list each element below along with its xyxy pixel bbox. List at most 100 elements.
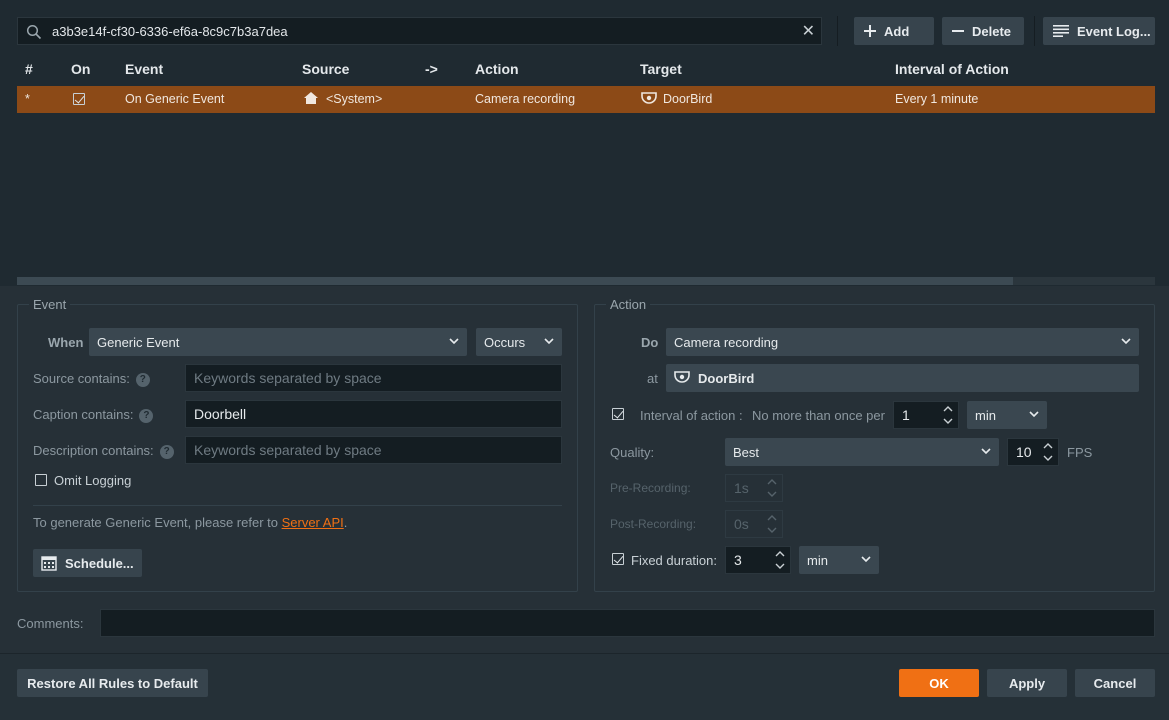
at-label: at xyxy=(647,371,658,386)
quality-value: Best xyxy=(733,444,760,460)
omit-logging-checkbox[interactable] xyxy=(35,474,47,486)
column-header-interval[interactable]: Interval of Action xyxy=(895,61,1009,77)
quality-dropdown[interactable]: Best xyxy=(725,438,999,466)
when-label: When xyxy=(48,335,84,350)
search-input[interactable]: a3b3e14f-cf30-6336-ef6a-8c9c7b3a7dea ✕ xyxy=(17,17,822,45)
pre-recording-spinbox: 1s xyxy=(725,474,783,502)
delete-rule-button[interactable]: Delete xyxy=(942,17,1024,45)
post-recording-spinbox: 0s xyxy=(725,510,783,538)
chevron-down-icon xyxy=(1029,409,1039,419)
arrow-down-icon[interactable] xyxy=(943,416,953,426)
arrow-down-icon xyxy=(767,489,777,499)
column-header-target[interactable]: Target xyxy=(640,61,682,77)
row-source: <System> xyxy=(326,92,383,106)
row-action: Camera recording xyxy=(475,92,576,106)
column-header-event[interactable]: Event xyxy=(125,61,163,77)
chevron-down-icon xyxy=(544,336,554,346)
restore-defaults-button[interactable]: Restore All Rules to Default xyxy=(17,669,208,697)
event-state-value: Occurs xyxy=(484,334,526,350)
house-icon xyxy=(303,91,319,105)
action-type-dropdown[interactable]: Camera recording xyxy=(666,328,1139,356)
omit-logging-label: Omit Logging xyxy=(54,473,132,488)
source-contains-label: Source contains:? xyxy=(33,371,150,387)
pre-recording-label: Pre-Recording: xyxy=(610,481,691,495)
generic-event-info: To generate Generic Event, please refer … xyxy=(33,515,347,530)
search-value[interactable]: a3b3e14f-cf30-6336-ef6a-8c9c7b3a7dea xyxy=(52,24,288,39)
row-target: DoorBird xyxy=(663,92,713,106)
info-text: To generate Generic Event, please refer … xyxy=(33,515,282,530)
fixed-duration-checkbox[interactable] xyxy=(612,553,624,565)
interval-of-action-checkbox[interactable] xyxy=(612,408,624,420)
event-log-label: Event Log... xyxy=(1077,23,1151,39)
target-camera-value: DoorBird xyxy=(698,370,755,386)
comments-input[interactable] xyxy=(100,609,1155,637)
clear-search-icon[interactable]: ✕ xyxy=(802,21,815,41)
interval-of-action-label: Interval of action : xyxy=(640,408,743,423)
rule-enabled-checkbox[interactable] xyxy=(73,93,85,105)
add-rule-button[interactable]: Add xyxy=(854,17,934,45)
arrow-down-icon[interactable] xyxy=(775,561,785,571)
camera-icon xyxy=(641,92,657,106)
ok-button[interactable]: OK xyxy=(899,669,979,697)
help-icon[interactable]: ? xyxy=(135,373,150,387)
toolbar-separator xyxy=(1034,16,1035,46)
minus-icon xyxy=(952,25,964,37)
event-type-dropdown[interactable]: Generic Event xyxy=(89,328,467,356)
row-event: On Generic Event xyxy=(125,92,225,106)
column-header-on[interactable]: On xyxy=(71,61,90,77)
target-camera-selector[interactable]: DoorBird xyxy=(666,364,1139,392)
action-type-value: Camera recording xyxy=(674,334,779,350)
caption-contains-text: Caption contains: xyxy=(33,407,134,422)
schedule-button[interactable]: Schedule... xyxy=(33,549,142,577)
description-contains-label: Description contains:? xyxy=(33,443,174,459)
row-interval: Every 1 minute xyxy=(895,92,979,106)
delete-label: Delete xyxy=(972,23,1012,39)
fps-value: 10 xyxy=(1016,444,1032,460)
do-label: Do xyxy=(641,335,659,350)
arrow-up-icon[interactable] xyxy=(943,404,953,414)
arrow-down-icon[interactable] xyxy=(1043,453,1053,463)
help-icon[interactable]: ? xyxy=(139,409,154,423)
fixed-duration-unit-dropdown[interactable]: min xyxy=(799,546,879,574)
arrow-up-icon[interactable] xyxy=(1043,441,1053,451)
log-list-icon xyxy=(1053,25,1069,37)
arrow-up-icon xyxy=(767,513,777,523)
arrow-up-icon[interactable] xyxy=(775,549,785,559)
source-contains-input[interactable]: Keywords separated by space xyxy=(185,364,562,392)
chevron-down-icon xyxy=(861,554,871,564)
interval-unit-dropdown[interactable]: min xyxy=(967,401,1047,429)
help-icon[interactable]: ? xyxy=(159,445,174,459)
chevron-down-icon xyxy=(1121,336,1131,346)
add-label: Add xyxy=(884,23,910,39)
column-header-number[interactable]: # xyxy=(25,61,33,77)
description-contains-input[interactable]: Keywords separated by space xyxy=(185,436,562,464)
comments-label: Comments: xyxy=(17,616,84,631)
camera-icon xyxy=(674,371,690,385)
interval-value-spinbox[interactable]: 1 xyxy=(893,401,959,429)
event-group-title: Event xyxy=(29,297,71,312)
caption-contains-input[interactable]: Doorbell xyxy=(185,400,562,428)
quality-label: Quality: xyxy=(610,445,655,460)
column-header-source[interactable]: Source xyxy=(302,61,349,77)
fixed-duration-unit-value: min xyxy=(807,552,828,568)
event-divider xyxy=(33,505,562,506)
fixed-duration-spinbox[interactable]: 3 xyxy=(725,546,791,574)
horizontal-scrollbar-thumb[interactable] xyxy=(17,277,1013,285)
source-contains-text: Source contains: xyxy=(33,371,130,386)
fps-spinbox[interactable]: 10 xyxy=(1007,438,1059,466)
arrow-up-icon xyxy=(767,477,777,487)
server-api-link[interactable]: Server API xyxy=(282,515,344,530)
plus-icon xyxy=(864,25,876,37)
fixed-duration-value: 3 xyxy=(734,552,742,568)
action-group-title: Action xyxy=(606,297,651,312)
cancel-button[interactable]: Cancel xyxy=(1075,669,1155,697)
event-state-dropdown[interactable]: Occurs xyxy=(476,328,562,356)
column-header-arrow[interactable]: -> xyxy=(425,61,438,77)
table-row[interactable]: * On Generic Event <System> Camera recor… xyxy=(17,86,1155,113)
no-more-than-label: No more than once per xyxy=(752,408,885,423)
event-log-button[interactable]: Event Log... xyxy=(1043,17,1155,45)
arrow-down-icon xyxy=(767,525,777,535)
apply-button[interactable]: Apply xyxy=(987,669,1067,697)
column-header-action[interactable]: Action xyxy=(475,61,519,77)
post-recording-label: Post-Recording: xyxy=(610,517,697,531)
